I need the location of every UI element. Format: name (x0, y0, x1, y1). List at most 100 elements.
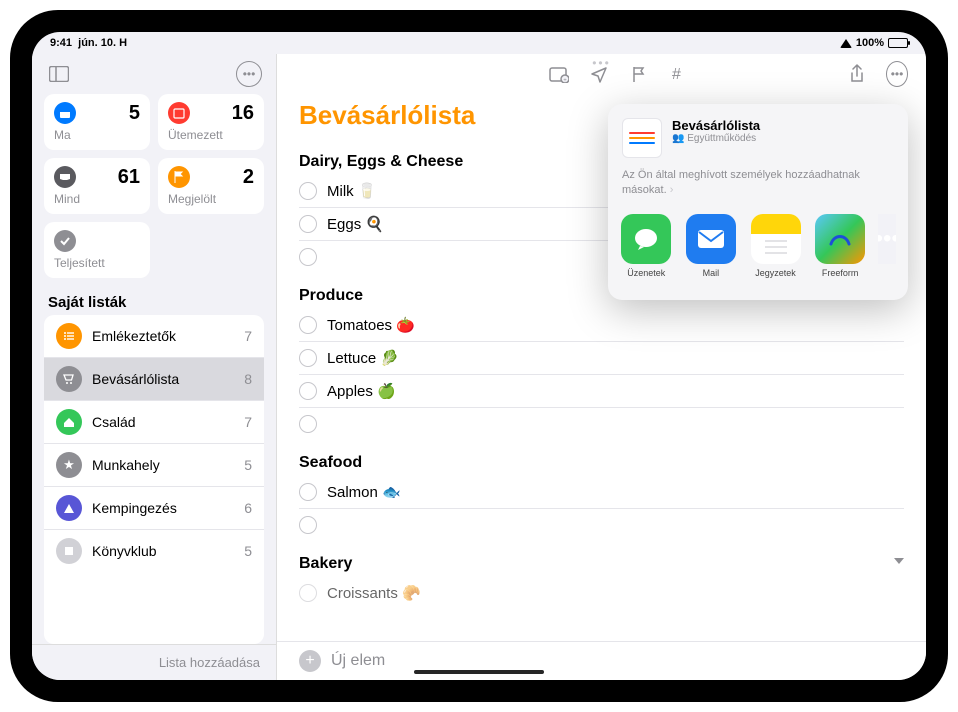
share-apps-row: Üzenetek Mail Jegyzetek (608, 210, 908, 282)
list-name: Kempingezés (92, 500, 234, 516)
reminder-text: Lettuce 🥬 (327, 349, 904, 367)
svg-text:#: # (672, 66, 681, 83)
scheduled-label: Ütemezett (168, 128, 254, 142)
list-row-bookclub[interactable]: Könyvklub 5 (44, 530, 264, 572)
list-row-reminders[interactable]: Emlékeztetők 7 (44, 315, 264, 358)
sidebar-toggle-button[interactable] (44, 59, 74, 89)
list-name: Munkahely (92, 457, 234, 473)
reminder-text: Apples 🍏 (327, 382, 904, 400)
list-count: 5 (244, 457, 252, 473)
share-popover: Bevásárlólista 👥 Együttműködés Az Ön ált… (608, 104, 908, 300)
chevron-down-icon[interactable] (894, 558, 904, 564)
list-bullet-icon (56, 323, 82, 349)
reminder-text: Salmon 🐟 (327, 483, 904, 501)
smart-card-flagged[interactable]: 2 Megjelölt (158, 158, 264, 214)
pill-handle-icon[interactable]: ••• (592, 56, 611, 70)
smart-card-completed[interactable]: Teljesített (44, 222, 150, 278)
tent-icon (56, 495, 82, 521)
messages-icon (621, 214, 671, 264)
status-date: jún. 10. H (78, 37, 127, 49)
reminder-item[interactable]: Salmon 🐟 (299, 476, 904, 509)
list-count: 7 (244, 414, 252, 430)
share-permissions-info[interactable]: Az Ön által meghívott személyek hozzáadh… (608, 166, 908, 210)
app-label: Jegyzetek (755, 268, 796, 278)
new-item-label: Új elem (331, 652, 385, 670)
device-frame: 9:41 jún. 10. H 100% ••• (10, 10, 948, 702)
list-row-family[interactable]: Család 7 (44, 401, 264, 444)
checkbox[interactable] (299, 382, 317, 400)
cart-icon (56, 366, 82, 392)
home-indicator[interactable] (414, 670, 544, 674)
people-icon: 👥 (672, 133, 684, 144)
battery-icon (888, 38, 908, 48)
list-name: Család (92, 414, 234, 430)
list-row-work[interactable]: ★ Munkahely 5 (44, 444, 264, 487)
smart-card-scheduled[interactable]: 16 Ütemezett (158, 94, 264, 150)
freeform-icon (815, 214, 865, 264)
plus-icon: + (299, 650, 321, 672)
house-icon (56, 409, 82, 435)
more-options-button[interactable]: ••• (234, 59, 264, 89)
list-row-shopping[interactable]: Bevásárlólista 8 (44, 358, 264, 401)
app-label: Üzenetek (627, 268, 665, 278)
checkbox[interactable] (299, 516, 317, 534)
reminder-item[interactable]: Apples 🍏 (299, 375, 904, 408)
screen: 9:41 jún. 10. H 100% ••• (32, 32, 926, 680)
share-app-mail[interactable]: Mail (685, 214, 738, 278)
reminder-item[interactable]: Croissants 🥐 (299, 577, 904, 609)
share-app-freeform[interactable]: Freeform (814, 214, 867, 278)
reminder-item[interactable]: Tomatoes 🍅 (299, 309, 904, 342)
battery-pct: 100% (856, 37, 884, 49)
list-count: 6 (244, 500, 252, 516)
add-list-button[interactable]: Lista hozzáadása (32, 644, 276, 680)
smart-card-all[interactable]: 61 Mind (44, 158, 150, 214)
completed-label: Teljesített (54, 256, 140, 270)
checkbox[interactable] (299, 248, 317, 266)
share-app-notes[interactable]: Jegyzetek (749, 214, 802, 278)
list-count: 5 (244, 543, 252, 559)
ellipsis-icon: ••• (236, 61, 262, 87)
share-title: Bevásárlólista (672, 118, 760, 133)
checkbox[interactable] (299, 584, 317, 602)
section-heading: Seafood (299, 454, 904, 472)
share-app-more[interactable]: ••• (878, 214, 896, 278)
checkbox[interactable] (299, 316, 317, 334)
checkbox[interactable] (299, 215, 317, 233)
more-apps-icon: ••• (878, 214, 896, 264)
my-lists-heading: Saját listák (32, 284, 276, 315)
reminder-text: Croissants 🥐 (327, 584, 904, 602)
reminder-item[interactable]: Lettuce 🥬 (299, 342, 904, 375)
mail-icon (686, 214, 736, 264)
empty-item[interactable] (299, 408, 904, 440)
reminder-text: Tomatoes 🍅 (327, 316, 904, 334)
status-time: 9:41 (50, 37, 72, 49)
today-label: Ma (54, 128, 140, 142)
checkbox[interactable] (299, 415, 317, 433)
app-label: Freeform (822, 268, 859, 278)
calendar-icon (54, 102, 76, 124)
new-item-button[interactable]: + Új elem (277, 641, 926, 680)
checkbox[interactable] (299, 483, 317, 501)
scheduled-count: 16 (232, 102, 254, 125)
main-toolbar: ••• + # (277, 54, 926, 94)
checkbox[interactable] (299, 182, 317, 200)
app-label: Mail (703, 268, 720, 278)
section-bakery: Bakery Croissants 🥐 (277, 541, 926, 609)
smart-card-today[interactable]: 5 Ma (44, 94, 150, 150)
share-button[interactable] (846, 63, 868, 85)
share-subtitle: 👥 Együttműködés (672, 133, 760, 144)
book-icon (56, 538, 82, 564)
empty-item[interactable] (299, 509, 904, 541)
inbox-icon (54, 166, 76, 188)
all-count: 61 (118, 166, 140, 189)
more-button[interactable]: ••• (886, 63, 908, 85)
checkmark-icon (54, 230, 76, 252)
checkbox[interactable] (299, 349, 317, 367)
list-row-camping[interactable]: Kempingezés 6 (44, 487, 264, 530)
new-reminder-template-button[interactable]: + (548, 63, 570, 85)
today-count: 5 (129, 102, 140, 125)
flag-button[interactable] (628, 63, 650, 85)
ellipsis-icon: ••• (886, 61, 908, 87)
tag-button[interactable]: # (668, 63, 690, 85)
share-app-messages[interactable]: Üzenetek (620, 214, 673, 278)
